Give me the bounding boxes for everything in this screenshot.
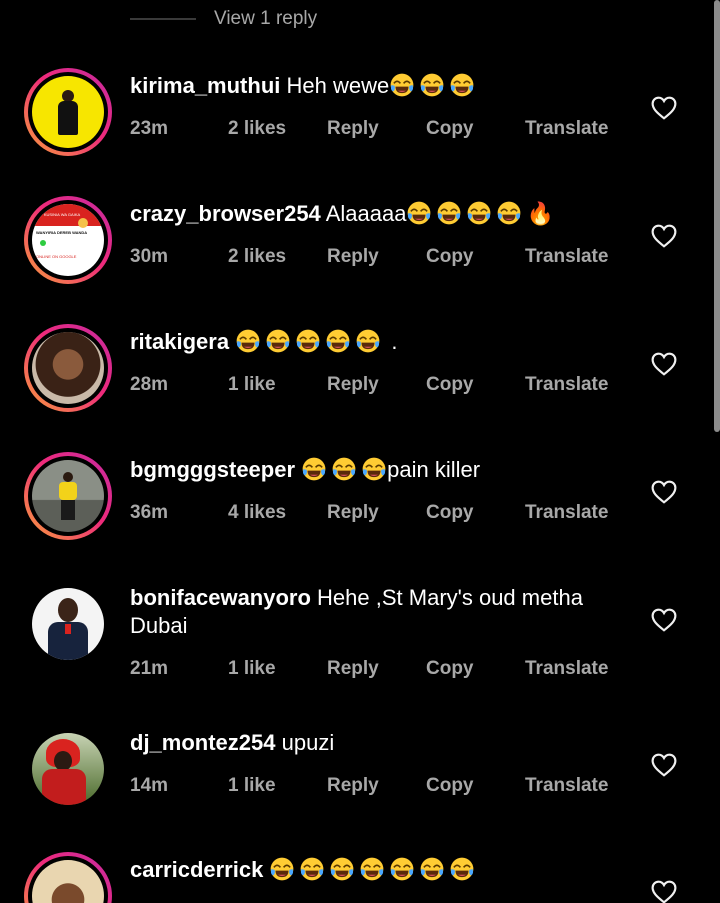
fire-emoji-icon: 🔥 bbox=[526, 201, 554, 226]
heart-icon[interactable] bbox=[651, 352, 677, 376]
avatar[interactable] bbox=[32, 588, 104, 660]
heart-icon[interactable] bbox=[651, 608, 677, 632]
comment-likes[interactable]: 2 likes bbox=[228, 246, 286, 268]
translate-button[interactable]: Translate bbox=[525, 502, 608, 524]
avatar[interactable] bbox=[32, 733, 104, 805]
comment-time: 14m bbox=[130, 775, 169, 796]
view-replies-label: View 1 reply bbox=[214, 8, 318, 29]
avatar[interactable] bbox=[24, 852, 112, 903]
translate-button[interactable]: Translate bbox=[525, 374, 608, 396]
avatar[interactable] bbox=[24, 452, 112, 540]
heart-icon[interactable] bbox=[651, 880, 677, 903]
comment-username[interactable]: bonifacewanyoro bbox=[130, 585, 311, 610]
laughing-emoji-icon bbox=[331, 456, 357, 482]
laughing-emoji-icon bbox=[449, 856, 475, 882]
laughing-emoji-icon bbox=[361, 456, 387, 482]
laughing-emoji-icon bbox=[419, 72, 445, 98]
comment-likes[interactable]: 1 like bbox=[228, 658, 276, 680]
comment-text: dj_montez254 upuzi bbox=[130, 729, 630, 757]
avatar-caption: KUSINIA WA GAIKA bbox=[43, 212, 81, 217]
laughing-emoji-icon bbox=[496, 200, 522, 226]
thread-divider bbox=[130, 18, 196, 20]
avatar-caption: WANYIRIA DEREB WANDA bbox=[36, 230, 88, 235]
laughing-emoji-icon bbox=[389, 856, 415, 882]
heart-icon[interactable] bbox=[651, 753, 677, 777]
translate-button[interactable]: Translate bbox=[525, 118, 608, 140]
avatar[interactable] bbox=[24, 68, 112, 156]
comment-likes[interactable]: 1 like bbox=[228, 374, 276, 396]
heart-icon[interactable] bbox=[651, 480, 677, 504]
laughing-emoji-icon bbox=[359, 856, 385, 882]
comment-time: 30m bbox=[130, 246, 169, 267]
comment-text: bgmgggsteeper pain killer bbox=[130, 456, 630, 484]
copy-button[interactable]: Copy bbox=[426, 246, 474, 268]
laughing-emoji-icon bbox=[325, 328, 351, 354]
comment-username[interactable]: carricderrick bbox=[130, 857, 263, 882]
heart-icon[interactable] bbox=[651, 224, 677, 248]
comment-time: 21m bbox=[130, 658, 169, 679]
laughing-emoji-icon bbox=[389, 72, 415, 98]
laughing-emoji-icon bbox=[355, 328, 381, 354]
translate-button[interactable]: Translate bbox=[525, 658, 608, 680]
translate-button[interactable]: Translate bbox=[525, 246, 608, 268]
comment-body-line2: Dubai bbox=[130, 613, 188, 638]
copy-button[interactable]: Copy bbox=[426, 502, 474, 524]
laughing-emoji-icon bbox=[295, 328, 321, 354]
laughing-emoji-icon bbox=[301, 456, 327, 482]
scrollbar[interactable] bbox=[714, 0, 720, 432]
reply-button[interactable]: Reply bbox=[327, 118, 379, 140]
comment-body: Alaaaaa bbox=[325, 201, 407, 226]
reply-button[interactable]: Reply bbox=[327, 658, 379, 680]
comment-body: Hehe ,St Mary's oud metha bbox=[317, 585, 583, 610]
heart-icon[interactable] bbox=[651, 96, 677, 120]
comment-body: upuzi bbox=[281, 730, 335, 755]
avatar[interactable]: KUSINIA WA GAIKA WANYIRIA DEREB WANDA ON… bbox=[24, 196, 112, 284]
copy-button[interactable]: Copy bbox=[426, 118, 474, 140]
comments-screen: View 1 reply kirima_muthui Heh wewe 23m … bbox=[0, 0, 720, 903]
comment-username[interactable]: dj_montez254 bbox=[130, 730, 276, 755]
copy-button[interactable]: Copy bbox=[426, 658, 474, 680]
laughing-emoji-icon bbox=[406, 200, 432, 226]
avatar[interactable] bbox=[24, 324, 112, 412]
comment-time: 23m bbox=[130, 118, 169, 139]
comment-likes[interactable]: 4 likes bbox=[228, 502, 286, 524]
laughing-emoji-icon bbox=[299, 856, 325, 882]
reply-button[interactable]: Reply bbox=[327, 775, 379, 797]
comment-likes[interactable]: 1 like bbox=[228, 775, 276, 797]
comment-username[interactable]: ritakigera bbox=[130, 329, 229, 354]
laughing-emoji-icon bbox=[269, 856, 295, 882]
comment-time: 28m bbox=[130, 374, 169, 395]
reply-button[interactable]: Reply bbox=[327, 502, 379, 524]
comment-username[interactable]: crazy_browser254 bbox=[130, 201, 321, 226]
comment-body: pain killer bbox=[387, 457, 481, 482]
reply-button[interactable]: Reply bbox=[327, 246, 379, 268]
comment-text: carricderrick bbox=[130, 856, 630, 884]
comment-text: ritakigera . bbox=[130, 328, 630, 356]
comment-text: kirima_muthui Heh wewe bbox=[130, 72, 630, 100]
laughing-emoji-icon bbox=[466, 200, 492, 226]
comment-time: 36m bbox=[130, 502, 169, 523]
laughing-emoji-icon bbox=[329, 856, 355, 882]
comment-text: bonifacewanyoro Hehe ,St Mary's oud meth… bbox=[130, 584, 630, 612]
comment-body: Heh wewe bbox=[286, 73, 390, 98]
comment-username[interactable]: bgmgggsteeper bbox=[130, 457, 295, 482]
laughing-emoji-icon bbox=[436, 200, 462, 226]
reply-button[interactable]: Reply bbox=[327, 374, 379, 396]
comment-text: crazy_browser254 Alaaaaa 🔥 bbox=[130, 200, 630, 228]
copy-button[interactable]: Copy bbox=[426, 374, 474, 396]
copy-button[interactable]: Copy bbox=[426, 775, 474, 797]
comment-username[interactable]: kirima_muthui bbox=[130, 73, 280, 98]
view-replies-button[interactable]: View 1 reply bbox=[130, 4, 317, 34]
avatar-caption: ONLINE ON GOOGLE bbox=[36, 254, 77, 259]
comment-likes[interactable]: 2 likes bbox=[228, 118, 286, 140]
laughing-emoji-icon bbox=[235, 328, 261, 354]
laughing-emoji-icon bbox=[265, 328, 291, 354]
laughing-emoji-icon bbox=[419, 856, 445, 882]
comment-body: . bbox=[391, 329, 398, 354]
translate-button[interactable]: Translate bbox=[525, 775, 608, 797]
laughing-emoji-icon bbox=[449, 72, 475, 98]
